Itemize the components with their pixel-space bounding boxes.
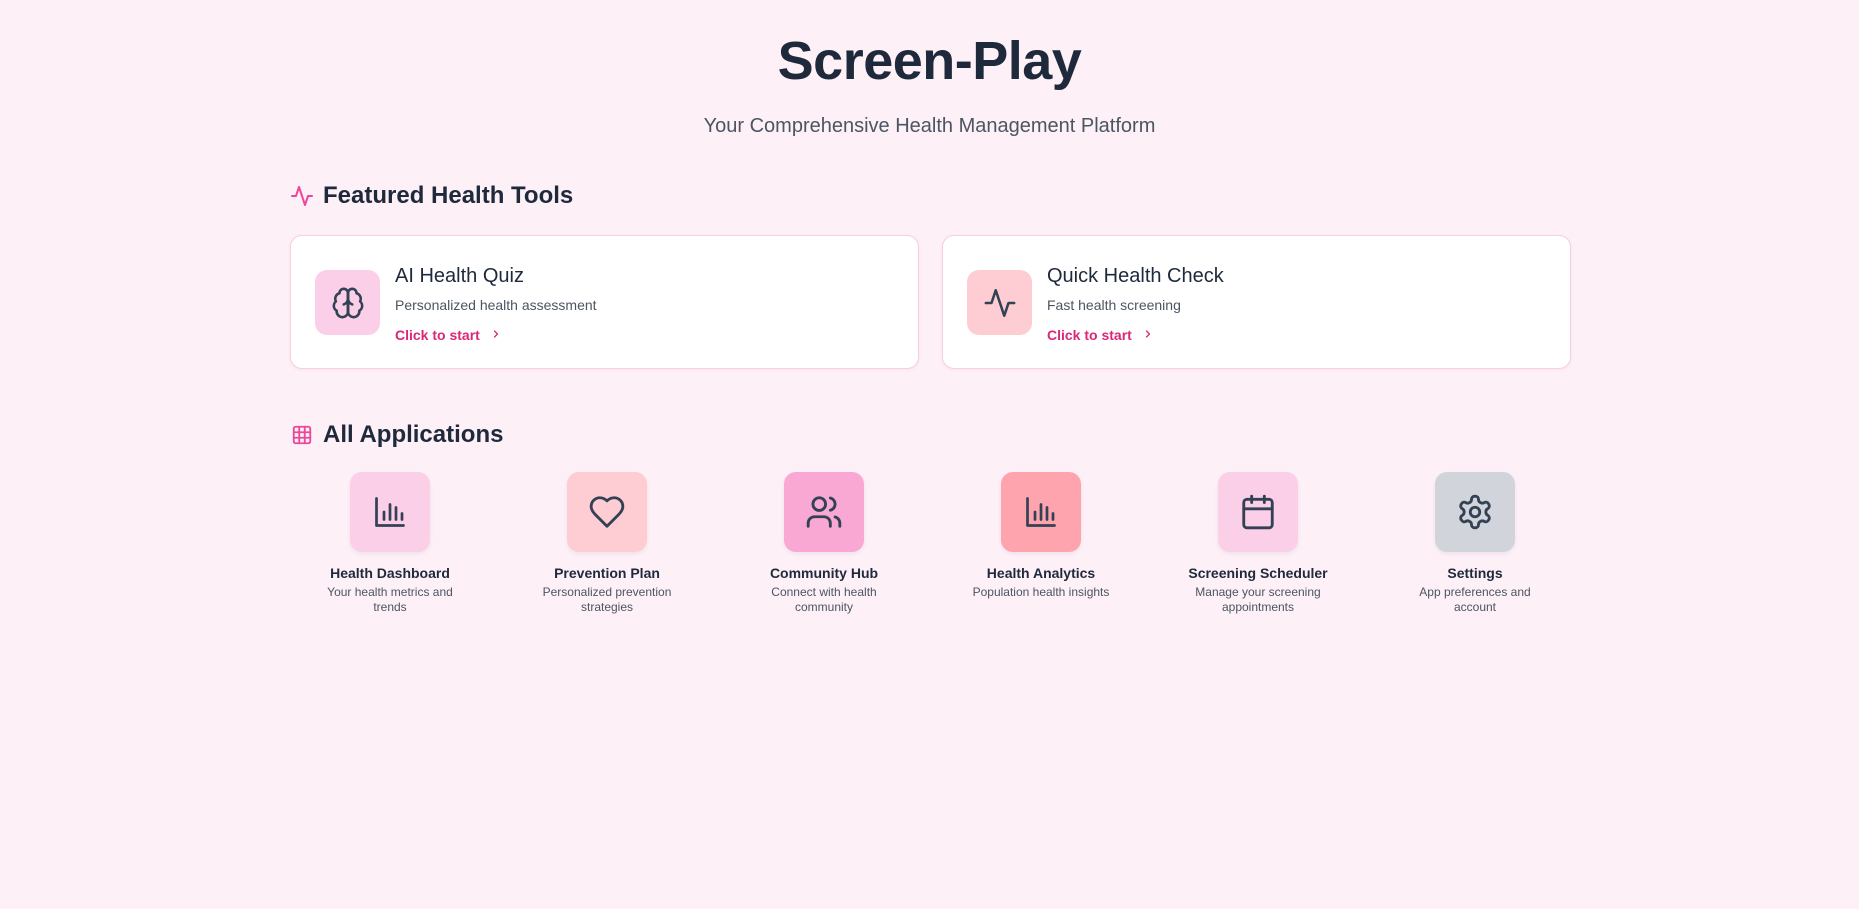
app-health-analytics[interactable]: Health Analytics Population health insig… <box>941 472 1141 600</box>
app-title: Health Dashboard <box>330 565 450 581</box>
quick-health-check-card[interactable]: Quick Health Check Fast health screening… <box>942 235 1571 369</box>
page: Screen-Play Your Comprehensive Health Ma… <box>0 0 1859 909</box>
apps-heading-label: All Applications <box>323 421 504 448</box>
featured-section-heading: Featured Health Tools <box>290 181 573 211</box>
calendar-icon <box>1218 472 1298 552</box>
app-prevention-plan[interactable]: Prevention Plan Personalized prevention … <box>507 472 707 615</box>
start-link-label: Click to start <box>395 327 480 343</box>
app-title: Health Analytics <box>986 565 1096 581</box>
brain-icon <box>315 270 380 335</box>
app-subtitle: App preferences and account <box>1419 585 1531 614</box>
featured-heading-label: Featured Health Tools <box>323 182 574 209</box>
activity-icon <box>967 270 1032 335</box>
app-title: Community Hub <box>769 565 879 581</box>
chevron-right-icon <box>1142 326 1154 344</box>
app-subtitle: Manage your screening appointments <box>1195 585 1321 614</box>
bar-chart-icon <box>1001 472 1081 552</box>
app-health-dashboard[interactable]: Health Dashboard Your health metrics and… <box>290 472 490 615</box>
app-subtitle: Population health insights <box>972 585 1110 599</box>
app-title: Prevention Plan <box>554 565 660 581</box>
grid-icon <box>290 423 314 447</box>
app-screening-scheduler[interactable]: Screening Scheduler Manage your screenin… <box>1158 472 1358 615</box>
gear-icon <box>1435 472 1515 552</box>
app-title: Settings <box>1447 565 1503 581</box>
app-settings[interactable]: Settings App preferences and account <box>1375 472 1575 615</box>
bar-chart-icon <box>350 472 430 552</box>
activity-icon <box>290 184 314 208</box>
card-subtitle: Fast health screening <box>1047 297 1181 313</box>
app-subtitle: Your Comprehensive Health Management Pla… <box>703 115 1156 137</box>
hero: Screen-Play Your Comprehensive Health Ma… <box>0 30 1859 138</box>
chevron-right-icon <box>490 326 502 344</box>
card-subtitle: Personalized health assessment <box>395 297 597 313</box>
app-subtitle: Your health metrics and trends <box>327 585 453 614</box>
card-title: AI Health Quiz <box>395 265 524 287</box>
app-subtitle: Connect with health community <box>771 585 877 614</box>
start-link[interactable]: Click to start <box>1047 326 1224 344</box>
start-link[interactable]: Click to start <box>395 326 597 344</box>
ai-health-quiz-card[interactable]: AI Health Quiz Personalized health asses… <box>290 235 919 369</box>
app-subtitle: Personalized prevention strategies <box>542 585 672 614</box>
card-title: Quick Health Check <box>1047 265 1224 287</box>
app-title: Screen-Play <box>777 31 1082 91</box>
users-icon <box>784 472 864 552</box>
app-community-hub[interactable]: Community Hub Connect with health commun… <box>724 472 924 615</box>
heart-icon <box>567 472 647 552</box>
app-title: Screening Scheduler <box>1188 565 1328 581</box>
apps-section-heading: All Applications <box>290 420 503 450</box>
start-link-label: Click to start <box>1047 327 1132 343</box>
apps-grid: Health Dashboard Your health metrics and… <box>290 472 1570 632</box>
